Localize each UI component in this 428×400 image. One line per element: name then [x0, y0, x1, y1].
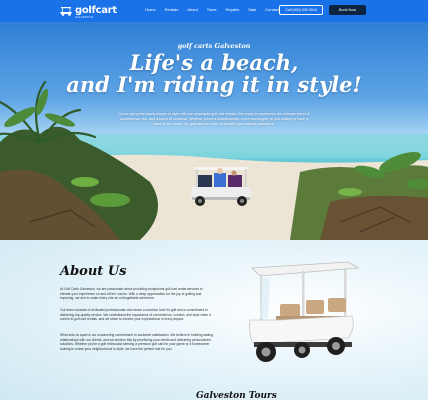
about-paragraph-1: At Golf Carts Galveston, we are passiona…	[60, 287, 203, 301]
nav-item-contact[interactable]: Contact	[265, 7, 279, 12]
nav-item-rentals[interactable]: Rentals	[165, 7, 179, 12]
brand-logo[interactable]: golfcart GALVESTON	[59, 3, 117, 19]
about-section: About Us At Golf Carts Galveston, we are…	[0, 240, 428, 400]
about-paragraph-3: What sets us apart is our unwavering com…	[60, 333, 213, 351]
golf-cart-logo-icon	[59, 6, 73, 16]
hero-heading-line-1: Life's a beach,	[129, 50, 299, 75]
brand-subtitle: GALVESTON	[75, 15, 94, 19]
hero-heading: Life's a beach, and I'm riding it in sty…	[0, 52, 428, 96]
next-section-heading: Galveston Tours	[196, 391, 277, 400]
about-paragraph-2: Our team consists of dedicated professio…	[60, 308, 211, 322]
nav-item-home[interactable]: Home	[145, 7, 156, 12]
hero-description: Cruise along the sandy shores in style w…	[118, 112, 310, 126]
book-now-button[interactable]: Book Now	[329, 5, 366, 15]
nav-item-about[interactable]: About	[187, 7, 197, 12]
hero-tagline: golf carts Galveston	[177, 42, 251, 50]
nav-item-repairs[interactable]: Repairs	[225, 7, 239, 12]
hero-section: golf carts Galveston Life's a beach, and…	[0, 22, 428, 240]
hero-heading-line-2: and I'm riding it in style!	[66, 72, 362, 97]
main-menu: Home Rentals About Tours Repairs Sale Co…	[145, 7, 288, 12]
about-heading: About Us	[60, 264, 127, 279]
top-navigation-bar: golfcart GALVESTON Home Rentals About To…	[0, 0, 428, 22]
nav-item-sale[interactable]: Sale	[248, 7, 256, 12]
nav-item-tours[interactable]: Tours	[207, 7, 217, 12]
call-phone-button[interactable]: Call (000) 000 0044	[279, 5, 323, 15]
about-golf-cart-image	[249, 261, 360, 362]
